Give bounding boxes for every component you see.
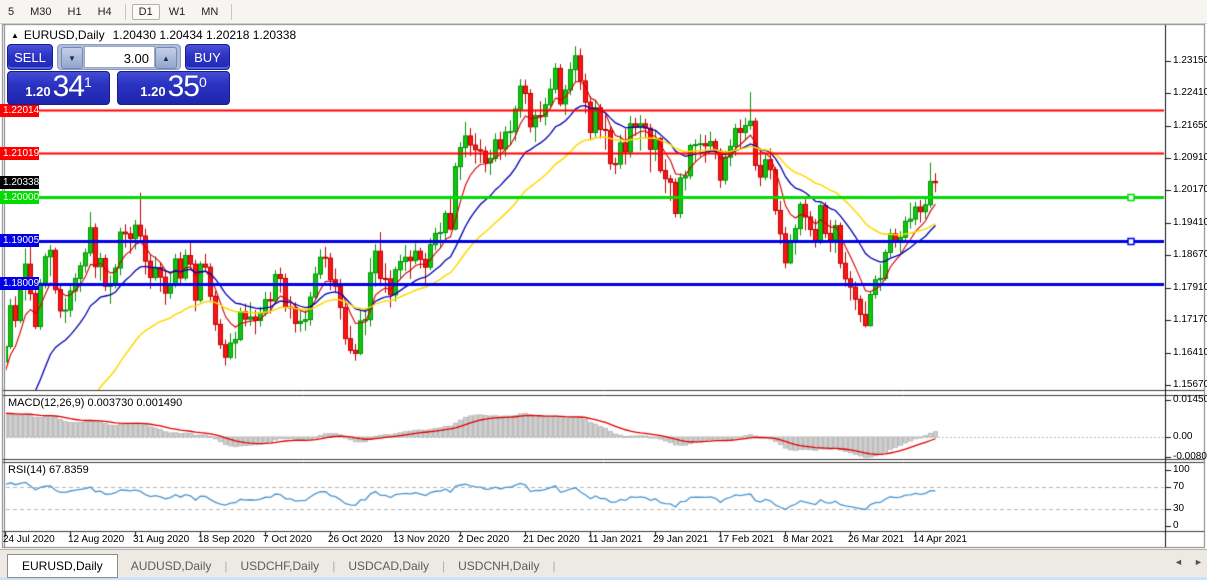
volume-increase-icon[interactable]: ▲ [155, 47, 177, 69]
buy-price-bigfigure: 1.20 [140, 82, 165, 102]
timeframe-button-d1[interactable]: D1 [132, 4, 160, 20]
one-click-trade-panel: SELL ▼ ▲ BUY 1.20341 1.20350 [7, 44, 230, 105]
sell-price-bigfigure: 1.20 [25, 82, 50, 102]
volume-decrease-icon[interactable]: ▼ [61, 47, 83, 69]
tab-usdchf[interactable]: USDCHF,Daily [228, 559, 333, 573]
buy-price-display[interactable]: 1.20350 [117, 71, 230, 105]
tab-scroll-right-icon[interactable]: ► [1194, 557, 1203, 567]
toolbar-separator [125, 4, 126, 20]
timeframe-button-h4[interactable]: H4 [91, 4, 119, 20]
buy-price-point: 0 [199, 75, 207, 89]
sell-price-display[interactable]: 1.20341 [7, 71, 110, 105]
buy-button[interactable]: BUY [185, 44, 230, 70]
ohlc-values: 1.20430 1.20434 1.20218 1.20338 [113, 28, 297, 42]
symbol-period-label: EURUSD,Daily [24, 28, 105, 42]
timeframe-button-mn[interactable]: MN [194, 4, 225, 20]
chart-tab-bar: EURUSD,DailyAUDUSD,Daily|USDCHF,Daily|US… [0, 549, 1207, 580]
timeframe-button-m30[interactable]: M30 [23, 4, 58, 20]
tabbar-bottom-strip [0, 576, 1207, 580]
tab-usdcnh[interactable]: USDCNH,Daily [445, 559, 552, 573]
sell-price-point: 1 [84, 75, 92, 89]
tab-separator: | [552, 559, 555, 573]
sell-price-pips: 34 [53, 72, 84, 102]
timeframe-button-w1[interactable]: W1 [162, 4, 193, 20]
chart-title: ▲ EURUSD,Daily 1.20430 1.20434 1.20218 1.2… [11, 28, 296, 42]
tab-eurusd[interactable]: EURUSD,Daily [7, 554, 118, 578]
timeframe-button-5[interactable]: 5 [1, 4, 21, 20]
timeframe-button-h1[interactable]: H1 [61, 4, 89, 20]
volume-input[interactable] [84, 46, 155, 68]
tab-usdcad[interactable]: USDCAD,Daily [335, 559, 442, 573]
tab-scroll-left-icon[interactable]: ◄ [1174, 557, 1183, 567]
tab-audusd[interactable]: AUDUSD,Daily [118, 559, 225, 573]
sell-button[interactable]: SELL [7, 44, 53, 70]
timeframe-toolbar: 5M30H1H4 D1W1MN [0, 0, 1207, 24]
volume-stepper: ▼ ▲ [57, 44, 181, 70]
collapse-triangle-icon[interactable]: ▲ [11, 31, 19, 40]
toolbar-separator [231, 4, 232, 20]
buy-price-pips: 35 [168, 72, 199, 102]
